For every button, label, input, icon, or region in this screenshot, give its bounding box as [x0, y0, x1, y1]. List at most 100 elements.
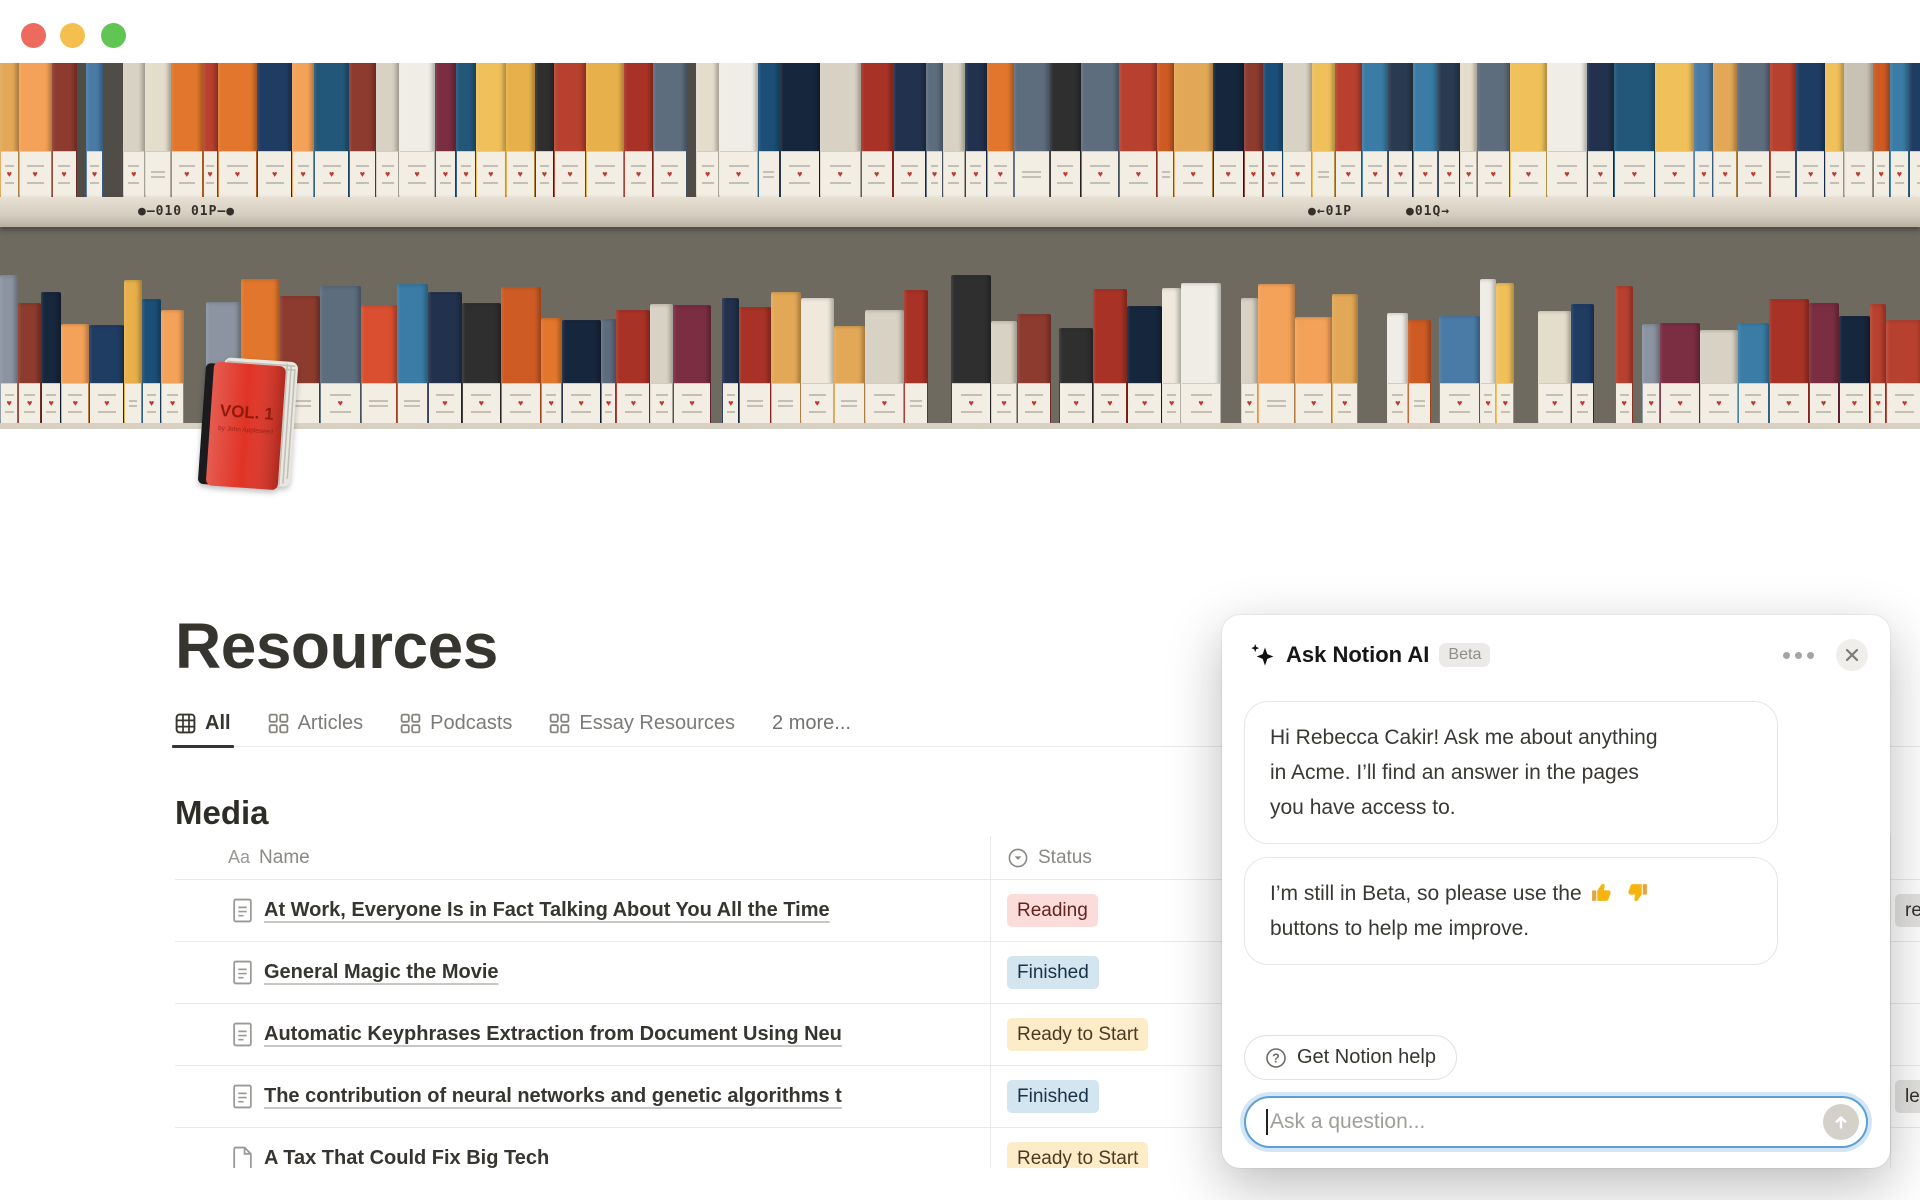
book-spine-label: ♥: [1414, 151, 1438, 197]
book-spine: [145, 63, 171, 197]
tab-podcasts[interactable]: Podcasts: [400, 701, 512, 747]
book-spine: ♥: [1439, 316, 1480, 423]
book-spine: ♥: [1213, 63, 1244, 197]
book-spine-label: ♥: [1615, 151, 1654, 197]
book-spine-label: ♥: [62, 383, 88, 423]
page-icon-red-book-emoji[interactable]: VOL. 1 by John Appleseed: [190, 354, 306, 494]
book-spine-label: ♥: [1616, 383, 1632, 423]
name-column-header[interactable]: Aa Name: [175, 836, 990, 879]
book-spine-label: ♥: [1797, 151, 1824, 197]
get-notion-help-button[interactable]: ? Get Notion help: [1244, 1035, 1457, 1080]
send-button[interactable]: [1823, 1104, 1859, 1140]
book-spine: ♥: [171, 63, 202, 197]
close-button[interactable]: [1836, 639, 1868, 671]
book-spine: ♥: [61, 324, 89, 423]
book-spine: [771, 292, 801, 423]
tab-articles[interactable]: Articles: [268, 701, 364, 747]
table-view-icon: [175, 713, 196, 734]
book-spine-label: ♥: [124, 151, 144, 197]
book-spine-label: ♥: [966, 151, 986, 197]
book-spine: [397, 284, 428, 423]
book-spine-label: ♥: [1656, 151, 1694, 197]
book-spine-label: ♥: [1497, 383, 1513, 423]
book-spine-label: ♥: [1388, 383, 1407, 423]
book-spine-label: ♥: [1511, 151, 1546, 197]
book-spine: ♥: [1825, 63, 1843, 197]
tab-all[interactable]: All: [175, 701, 231, 747]
book-spine-label: ♥: [19, 383, 40, 423]
book-spine: ♥: [506, 63, 535, 197]
message-line: I’m still in Beta, so please use the: [1270, 876, 1752, 911]
book-spine: ♥: [865, 310, 904, 423]
name-cell: Automatic Keyphrases Extraction from Doc…: [175, 1004, 990, 1065]
page-link[interactable]: The contribution of neural networks and …: [264, 1085, 842, 1108]
book-spine: ♥: [1127, 306, 1163, 423]
book-spine: [1258, 284, 1295, 423]
book-spine-label: ♥: [563, 383, 600, 423]
book-spine: ♥: [1263, 63, 1283, 197]
book-spine: ♥: [1538, 311, 1571, 423]
book-spine-label: ♥: [536, 151, 553, 197]
book-spine-label: ♥: [1440, 383, 1479, 423]
book-spine: ♥: [1335, 63, 1362, 197]
close-icon: [1844, 647, 1860, 663]
book-spine: ♥: [1050, 63, 1081, 197]
page-link[interactable]: General Magic the Movie: [264, 961, 499, 984]
traffic-light-minimize-button[interactable]: [60, 23, 85, 48]
book-spine-label: ♥: [1018, 383, 1050, 423]
book-spine: [1770, 63, 1796, 197]
book-spine-label: ♥: [143, 383, 160, 423]
book-spine: ♥: [428, 292, 462, 423]
book-spine: ♥: [951, 275, 991, 423]
book-spine: ♥: [820, 63, 861, 197]
book-spine: ♥: [801, 298, 834, 423]
ai-message: Hi Rebecca Cakir! Ask me about anything …: [1244, 701, 1778, 844]
book-spine-label: ♥: [1242, 383, 1258, 423]
ask-question-input[interactable]: Ask a question...: [1244, 1096, 1868, 1148]
ai-sparkle-icon: [1248, 642, 1275, 669]
ai-messages: Hi Rebecca Cakir! Ask me about anything …: [1222, 701, 1890, 965]
book-spine-label: ♥: [1695, 151, 1712, 197]
book-spine-label: ♥: [992, 383, 1016, 423]
more-views-button[interactable]: 2 more...: [772, 712, 851, 735]
traffic-light-zoom-button[interactable]: [101, 23, 126, 48]
book-spine: ♥: [554, 63, 586, 197]
ask-input-row: Ask a question...: [1244, 1096, 1868, 1148]
traffic-light-close-button[interactable]: [21, 23, 46, 48]
book-spine: ♥: [456, 63, 476, 197]
book-spine-label: ♥: [204, 151, 217, 197]
book-spine-label: [772, 383, 800, 423]
question-mark-icon: ?: [1265, 1047, 1287, 1069]
book-spine: ♥: [1571, 304, 1593, 423]
book-spine: ♥: [203, 63, 218, 197]
book-spine-label: ♥: [1284, 151, 1311, 197]
book-spine-label: [1158, 151, 1172, 197]
page-link[interactable]: A Tax That Could Fix Big Tech: [264, 1147, 549, 1168]
book-spine: ♥: [1362, 63, 1389, 197]
book-spine-label: ♥: [1439, 151, 1459, 197]
book-spine: ♥: [1713, 63, 1737, 197]
message-line: you have access to.: [1270, 790, 1752, 825]
book-spine: ♥: [1655, 63, 1695, 197]
book-spine-label: ♥: [1874, 151, 1889, 197]
book-spine: ♥: [1093, 289, 1127, 423]
shelf-marking: ●←01P: [1308, 204, 1352, 219]
book-spine: ♥: [292, 63, 314, 197]
book-spine: ♥: [1295, 317, 1332, 423]
book-spine-label: ♥: [162, 383, 183, 423]
beta-badge: Beta: [1439, 643, 1490, 667]
page-link[interactable]: Automatic Keyphrases Extraction from Doc…: [264, 1023, 842, 1046]
book-spine: ♥: [1438, 63, 1460, 197]
page-icon: [232, 898, 253, 923]
tab-essay-resources[interactable]: Essay Resources: [549, 701, 735, 747]
more-options-button[interactable]: [1777, 646, 1820, 665]
tab-label: Essay Resources: [579, 712, 735, 735]
input-placeholder: Ask a question...: [1270, 1110, 1425, 1134]
thumbs-down-icon: [1624, 880, 1649, 905]
page-link[interactable]: At Work, Everyone Is in Fact Talking Abo…: [264, 899, 830, 922]
book-spine: ♥: [1081, 63, 1119, 197]
book-spine: ♥: [1909, 63, 1920, 197]
book-spine: ♥: [601, 319, 617, 423]
book-emoji-title: VOL. 1: [219, 401, 274, 424]
book-spine: ♥: [780, 63, 820, 197]
